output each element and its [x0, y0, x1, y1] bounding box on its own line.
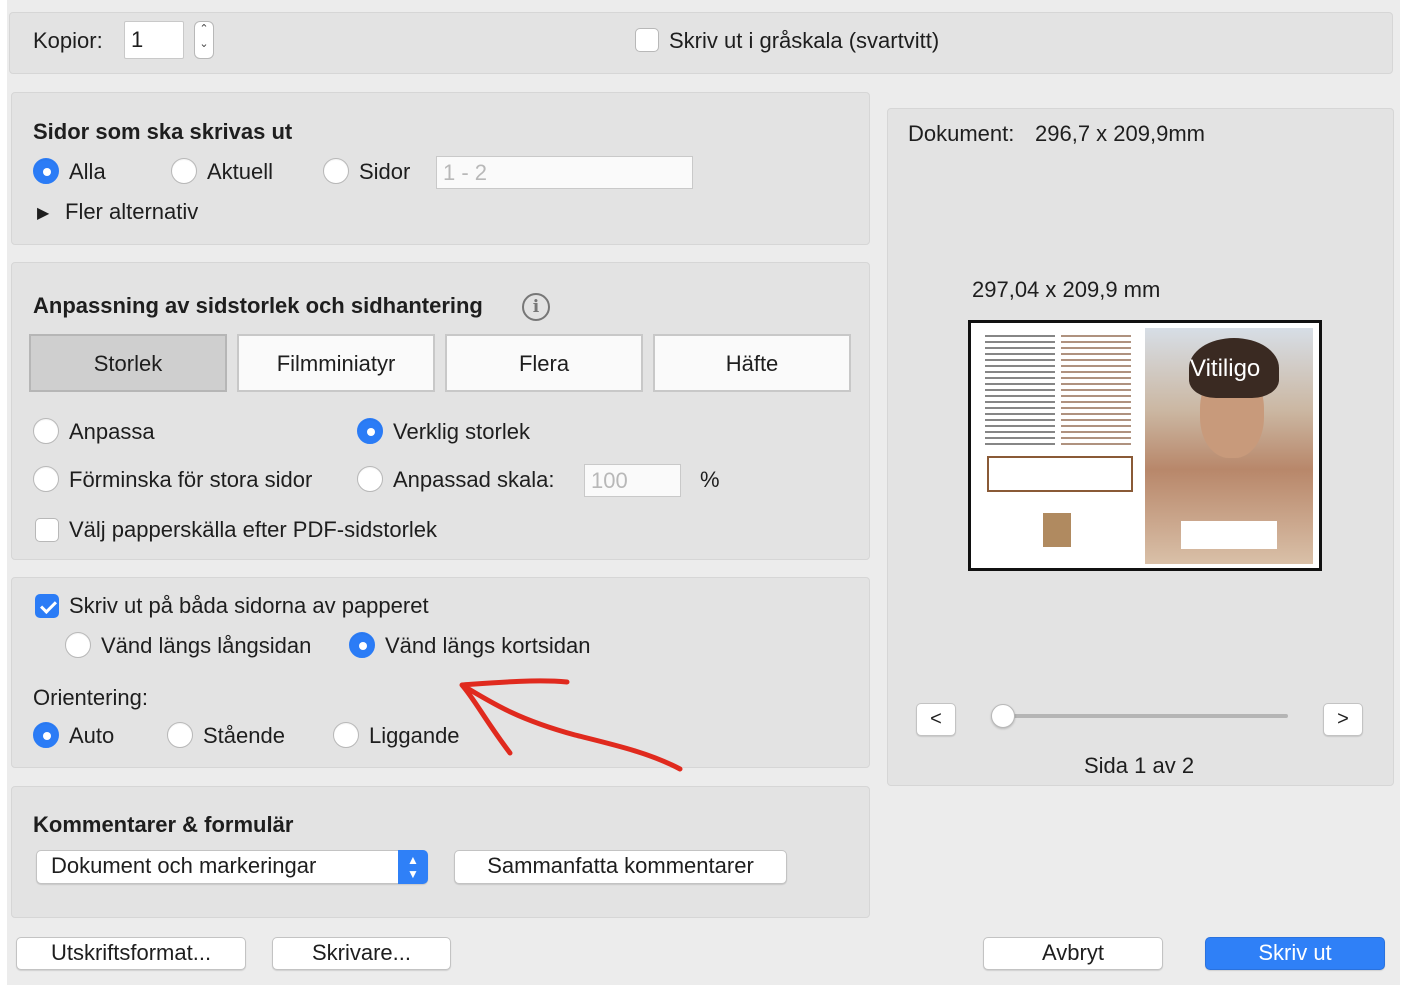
orientation-auto-label: Auto — [69, 723, 115, 748]
tab-multiple[interactable]: Flera — [445, 334, 643, 392]
copies-label: Kopior: — [33, 28, 103, 53]
chevron-down-icon: ⌄ — [199, 38, 209, 50]
summarize-comments-button[interactable]: Sammanfatta kommentarer — [454, 850, 787, 884]
print-button[interactable]: Skriv ut — [1205, 937, 1385, 970]
disclosure-triangle-icon[interactable]: ▶ — [37, 201, 49, 227]
orientation-auto-radio[interactable] — [33, 722, 59, 748]
page-indicator: Sida 1 av 2 — [1084, 753, 1195, 778]
tab-booklet[interactable]: Häfte — [653, 334, 851, 392]
flip-long-radio[interactable] — [65, 632, 91, 658]
chevron-up-icon: ⌃ — [199, 23, 209, 35]
copies-input[interactable]: 1 — [124, 21, 184, 59]
page-setup-button[interactable]: Utskriftsformat... — [16, 937, 246, 970]
tab-poster[interactable]: Filmminiatyr — [237, 334, 435, 392]
paper-source-checkbox[interactable] — [35, 518, 59, 542]
preview-title: Vitiligo — [1190, 355, 1261, 382]
page-slider-thumb[interactable] — [991, 704, 1015, 728]
custom-scale-label: Anpassad skala: — [393, 467, 555, 492]
preview-text-column-1 — [985, 335, 1055, 445]
shrink-radio[interactable] — [33, 466, 59, 492]
preview-caption-box — [1181, 521, 1277, 549]
both-sides-checkbox[interactable] — [35, 594, 59, 618]
preview-text-column-2 — [1061, 335, 1131, 445]
document-size-value: 296,7 x 209,9mm — [1035, 121, 1205, 146]
printer-button[interactable]: Skrivare... — [272, 937, 451, 970]
pages-range-label: Sidor — [359, 159, 411, 184]
page-slider-track[interactable] — [1005, 714, 1288, 718]
custom-scale-input[interactable]: 100 — [584, 464, 681, 497]
select-arrows-icon: ▲ ▼ — [398, 850, 428, 884]
pages-all-label: Alla — [69, 159, 106, 184]
pages-all-radio[interactable] — [33, 158, 59, 184]
comments-section-title: Kommentarer & formulär — [33, 812, 294, 837]
paper-source-label: Välj papperskälla efter PDF-sidstorlek — [69, 517, 438, 542]
flip-short-radio[interactable] — [349, 632, 375, 658]
pages-range-radio[interactable] — [323, 158, 349, 184]
flip-long-label: Vänd längs långsidan — [101, 633, 312, 658]
pages-range-input[interactable]: 1 - 2 — [436, 156, 693, 189]
cancel-button[interactable]: Avbryt — [983, 937, 1163, 970]
page-preview-thumbnail: Vitiligo — [968, 320, 1322, 571]
copies-stepper[interactable]: ⌃ ⌄ — [194, 21, 214, 59]
next-page-button[interactable]: > — [1323, 703, 1363, 736]
flip-short-label: Vänd längs kortsidan — [385, 633, 591, 658]
preview-callout-box — [987, 456, 1133, 492]
grayscale-label: Skriv ut i gråskala (svartvitt) — [669, 28, 940, 53]
shrink-label: Förminska för stora sidor — [69, 467, 313, 492]
fit-radio[interactable] — [33, 418, 59, 444]
page-size-label: 297,04 x 209,9 mm — [972, 277, 1161, 302]
both-sides-label: Skriv ut på båda sidorna av papperet — [69, 593, 429, 618]
pages-current-label: Aktuell — [207, 159, 274, 184]
orientation-portrait-radio[interactable] — [167, 722, 193, 748]
orientation-portrait-label: Stående — [203, 723, 285, 748]
pages-current-radio[interactable] — [171, 158, 197, 184]
grayscale-checkbox[interactable] — [635, 28, 659, 52]
percent-label: % — [700, 467, 720, 492]
custom-scale-radio[interactable] — [357, 466, 383, 492]
page-sizing-title: Anpassning av sidstorlek och sidhanterin… — [33, 293, 483, 318]
fit-label: Anpassa — [69, 419, 155, 444]
actual-size-radio[interactable] — [357, 418, 383, 444]
annotation-arrow — [459, 678, 683, 772]
preview-logo-mark — [1043, 513, 1071, 547]
orientation-label: Orientering: — [33, 685, 148, 710]
document-size-label: Dokument: — [908, 121, 1015, 146]
orientation-landscape-radio[interactable] — [333, 722, 359, 748]
pages-section-title: Sidor som ska skrivas ut — [33, 119, 293, 144]
info-icon[interactable]: i — [522, 293, 550, 321]
tab-size[interactable]: Storlek — [29, 334, 227, 392]
more-options-label[interactable]: Fler alternativ — [65, 199, 198, 225]
actual-size-label: Verklig storlek — [393, 419, 530, 444]
comments-select[interactable]: Dokument och markeringar ▲ ▼ — [36, 850, 428, 884]
previous-page-button[interactable]: < — [916, 703, 956, 736]
comments-select-value: Dokument och markeringar — [51, 853, 317, 878]
